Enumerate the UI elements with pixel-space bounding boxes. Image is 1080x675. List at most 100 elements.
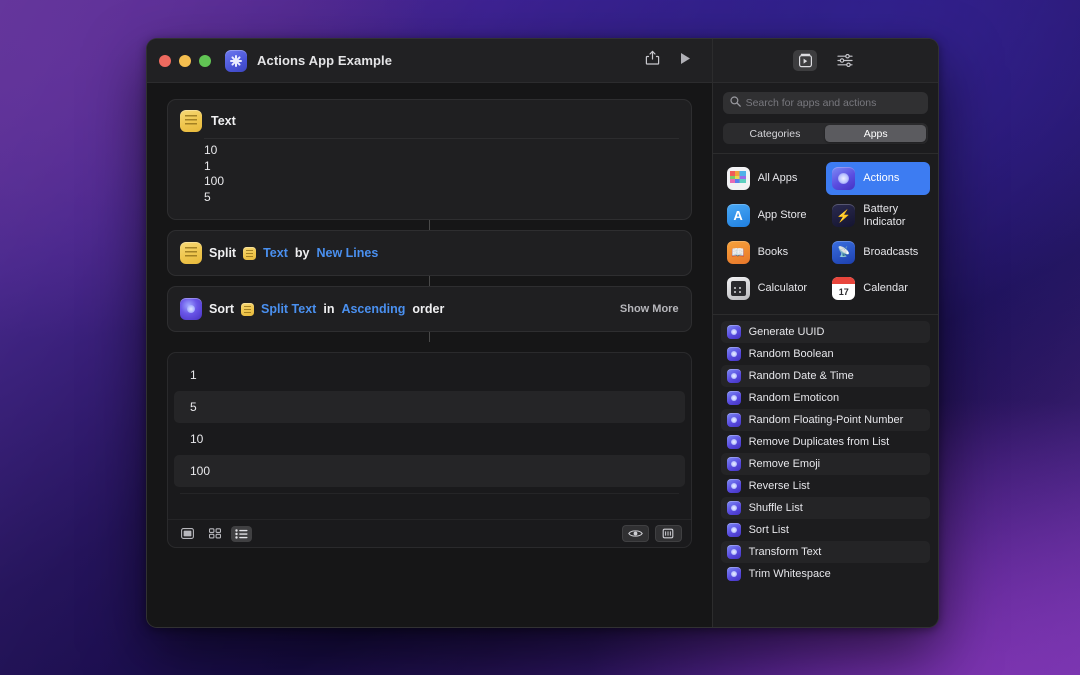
share-icon[interactable] bbox=[645, 50, 660, 71]
parameter-token[interactable]: New Lines bbox=[316, 246, 378, 260]
show-more-button[interactable]: Show More bbox=[620, 303, 679, 315]
action-token-preposition: in bbox=[323, 302, 334, 316]
actions-app-icon bbox=[727, 479, 741, 493]
text-line: 10 bbox=[204, 143, 679, 159]
single-view-button[interactable] bbox=[177, 526, 198, 542]
actions-app-icon bbox=[727, 369, 741, 383]
result-value: 1 bbox=[190, 368, 197, 382]
action-list-item[interactable]: Random Emoticon bbox=[721, 387, 930, 409]
action-list-item[interactable]: Random Boolean bbox=[721, 343, 930, 365]
actions-icon bbox=[832, 167, 855, 190]
segment-apps[interactable]: Apps bbox=[825, 125, 926, 142]
app-name: Calendar bbox=[863, 282, 908, 295]
actions-app-icon bbox=[727, 501, 741, 515]
variable-token[interactable]: Text bbox=[263, 246, 288, 260]
action-name: Sort List bbox=[749, 524, 789, 537]
search-field[interactable] bbox=[723, 92, 928, 114]
traffic-light-buttons[interactable] bbox=[159, 55, 211, 67]
results-list[interactable]: 1 5 10 100 bbox=[168, 353, 691, 519]
clipboard-button[interactable] bbox=[655, 525, 682, 542]
text-action-body[interactable]: 10 1 100 5 bbox=[168, 139, 691, 219]
action-list-item[interactable]: Random Date & Time bbox=[721, 365, 930, 387]
action-list-item[interactable]: Transform Text bbox=[721, 541, 930, 563]
action-list-item[interactable]: Remove Duplicates from List bbox=[721, 431, 930, 453]
action-header: Text bbox=[168, 100, 691, 138]
action-list-item[interactable]: Sort List bbox=[721, 519, 930, 541]
action-list-item[interactable]: Generate UUID bbox=[721, 321, 930, 343]
app-window: Actions App Example bbox=[146, 38, 939, 628]
app-name: Books bbox=[758, 246, 789, 259]
search-input[interactable] bbox=[746, 97, 921, 109]
action-list-item[interactable]: Shuffle List bbox=[721, 497, 930, 519]
action-token-preposition: by bbox=[295, 246, 310, 260]
app-cell-calculator[interactable]: Calculator bbox=[721, 272, 825, 305]
action-name: Remove Duplicates from List bbox=[749, 436, 890, 449]
result-row[interactable]: 100 bbox=[174, 455, 685, 487]
window-titlebar: Actions App Example bbox=[147, 39, 712, 83]
action-name: Shuffle List bbox=[749, 502, 803, 515]
actions-app-icon bbox=[727, 545, 741, 559]
app-cell-books[interactable]: Books bbox=[721, 236, 825, 269]
app-cell-calendar[interactable]: Calendar bbox=[826, 272, 930, 305]
action-list-item[interactable]: Random Floating-Point Number bbox=[721, 409, 930, 431]
action-list-item[interactable]: Remove Emoji bbox=[721, 453, 930, 475]
app-name: Calculator bbox=[758, 282, 808, 295]
action-card-split[interactable]: Split Text by New Lines bbox=[167, 230, 692, 276]
action-card-text[interactable]: Text 10 1 100 5 bbox=[167, 99, 692, 220]
result-row[interactable]: 1 bbox=[174, 359, 685, 391]
sidebar-toolbar bbox=[713, 39, 938, 83]
text-line: 5 bbox=[204, 190, 679, 206]
sidebar-search-container bbox=[713, 83, 938, 114]
shortcuts-library-button[interactable] bbox=[793, 50, 817, 71]
actions-app-icon bbox=[180, 298, 202, 320]
shortcut-canvas: Text 10 1 100 5 Split Text by bbox=[147, 83, 712, 627]
text-file-icon bbox=[180, 242, 202, 264]
action-list: Generate UUID Random Boolean Random Date… bbox=[713, 315, 938, 627]
app-grid: All Apps Actions App Store Battery Indic… bbox=[713, 154, 938, 305]
library-segmented-control[interactable]: Categories Apps bbox=[723, 123, 928, 144]
app-cell-broadcasts[interactable]: Broadcasts bbox=[826, 236, 930, 269]
app-store-icon bbox=[727, 204, 750, 227]
action-list-item[interactable]: Reverse List bbox=[721, 475, 930, 497]
app-name: Actions bbox=[863, 172, 899, 185]
shortcut-editor-pane: Actions App Example bbox=[147, 39, 712, 627]
battery-indicator-icon bbox=[832, 204, 855, 227]
results-toolbar bbox=[168, 519, 691, 547]
action-card-sort[interactable]: Sort Split Text in Ascending order Show … bbox=[167, 286, 692, 332]
grid-view-button[interactable] bbox=[204, 526, 225, 542]
action-name: Random Date & Time bbox=[749, 370, 854, 383]
action-name: Remove Emoji bbox=[749, 458, 821, 471]
result-row[interactable]: 10 bbox=[174, 423, 685, 455]
text-line: 1 bbox=[204, 159, 679, 175]
actions-app-icon bbox=[727, 325, 741, 339]
list-view-button[interactable] bbox=[231, 526, 252, 542]
action-name: Generate UUID bbox=[749, 326, 825, 339]
result-value: 10 bbox=[190, 432, 203, 446]
app-cell-actions[interactable]: Actions bbox=[826, 162, 930, 195]
parameter-token[interactable]: Ascending bbox=[341, 302, 405, 316]
variable-token[interactable]: Split Text bbox=[261, 302, 316, 316]
minimize-button[interactable] bbox=[179, 55, 191, 67]
action-library-sidebar: Categories Apps All Apps Actions App Sto… bbox=[712, 39, 938, 627]
quick-look-button[interactable] bbox=[622, 525, 649, 542]
zoom-button[interactable] bbox=[199, 55, 211, 67]
action-list-item[interactable]: Trim Whitespace bbox=[721, 563, 930, 585]
app-cell-battery-indicator[interactable]: Battery Indicator bbox=[826, 198, 930, 233]
segment-categories[interactable]: Categories bbox=[725, 125, 826, 142]
app-cell-app-store[interactable]: App Store bbox=[721, 198, 825, 233]
action-settings-button[interactable] bbox=[833, 50, 857, 71]
action-header: Split Text by New Lines bbox=[168, 231, 691, 275]
action-header: Sort Split Text in Ascending order Show … bbox=[168, 287, 691, 331]
app-name: App Store bbox=[758, 209, 807, 222]
actions-app-icon bbox=[727, 413, 741, 427]
action-token-verb: Sort bbox=[209, 302, 234, 316]
run-button[interactable] bbox=[678, 51, 692, 71]
action-name: Transform Text bbox=[749, 546, 822, 559]
actions-app-icon bbox=[727, 567, 741, 581]
calendar-icon bbox=[832, 277, 855, 300]
result-value: 100 bbox=[190, 464, 210, 478]
result-row[interactable]: 5 bbox=[174, 391, 685, 423]
close-button[interactable] bbox=[159, 55, 171, 67]
action-title: Text bbox=[211, 114, 236, 128]
app-cell-all-apps[interactable]: All Apps bbox=[721, 162, 825, 195]
